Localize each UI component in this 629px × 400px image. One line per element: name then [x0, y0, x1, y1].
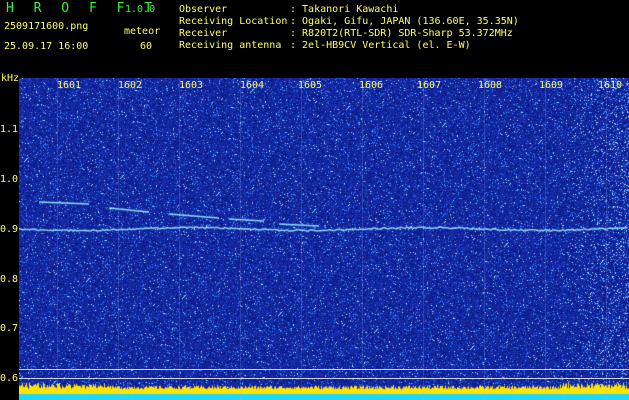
- x-gridline: [240, 78, 241, 400]
- x-tick-label: 1601: [57, 80, 82, 91]
- info-value-location: : Ogaki, Gifu, JAPAN (136.60E, 35.35N): [290, 16, 519, 27]
- reference-line: [19, 378, 629, 379]
- info-value-receiver: : R820T2(RTL-SDR) SDR-Sharp 53.372MHz: [290, 28, 513, 39]
- x-gridline: [118, 78, 119, 400]
- x-tick-label: 1609: [539, 80, 564, 91]
- x-tick-label: 1610: [598, 80, 623, 91]
- info-key-receiver: Receiver: [179, 28, 228, 39]
- y-axis-unit: kHz: [1, 73, 20, 84]
- x-gridline: [362, 78, 363, 400]
- x-tick-label: 1608: [478, 80, 503, 91]
- x-gridline: [484, 78, 485, 400]
- x-tick-label: 1605: [298, 80, 323, 91]
- x-gridline: [57, 78, 58, 400]
- info-value-observer: : Takanori Kawachi: [290, 4, 399, 15]
- y-tick-label: 1.1: [0, 124, 19, 135]
- y-tick-label: 0.6: [0, 373, 19, 384]
- x-gridline: [301, 78, 302, 400]
- y-tick-label: 0.8: [0, 274, 19, 285]
- spectrogram[interactable]: [19, 78, 629, 400]
- spectrogram-canvas: [19, 78, 629, 400]
- meteor-label: meteor: [124, 26, 161, 37]
- x-gridline: [545, 78, 546, 400]
- x-tick-label: 1604: [240, 80, 265, 91]
- meteor-count: 60: [140, 41, 153, 52]
- timestamp: 25.09.17 16:00: [4, 41, 89, 52]
- info-key-location: Receiving Location: [179, 16, 288, 27]
- x-gridline: [179, 78, 180, 400]
- y-tick-label: 1.0: [0, 174, 19, 185]
- header-panel: H R O F F T 1.0.0 2509171600.png meteor …: [0, 0, 629, 78]
- x-tick-label: 1607: [417, 80, 442, 91]
- info-key-observer: Observer: [179, 4, 228, 15]
- app-version: 1.0.0: [125, 4, 156, 15]
- info-value-antenna: : 2el-HB9CV Vertical (el. E-W): [290, 40, 471, 51]
- y-tick-label: 0.9: [0, 224, 19, 235]
- info-key-antenna: Receiving antenna: [179, 40, 282, 51]
- x-tick-label: 1603: [179, 80, 204, 91]
- y-tick-label: 0.7: [0, 323, 19, 334]
- x-tick-label: 1602: [118, 80, 143, 91]
- x-gridline: [606, 78, 607, 400]
- x-tick-label: 1606: [359, 80, 384, 91]
- file-name: 2509171600.png: [4, 21, 89, 32]
- reference-line: [19, 369, 629, 370]
- x-gridline: [423, 78, 424, 400]
